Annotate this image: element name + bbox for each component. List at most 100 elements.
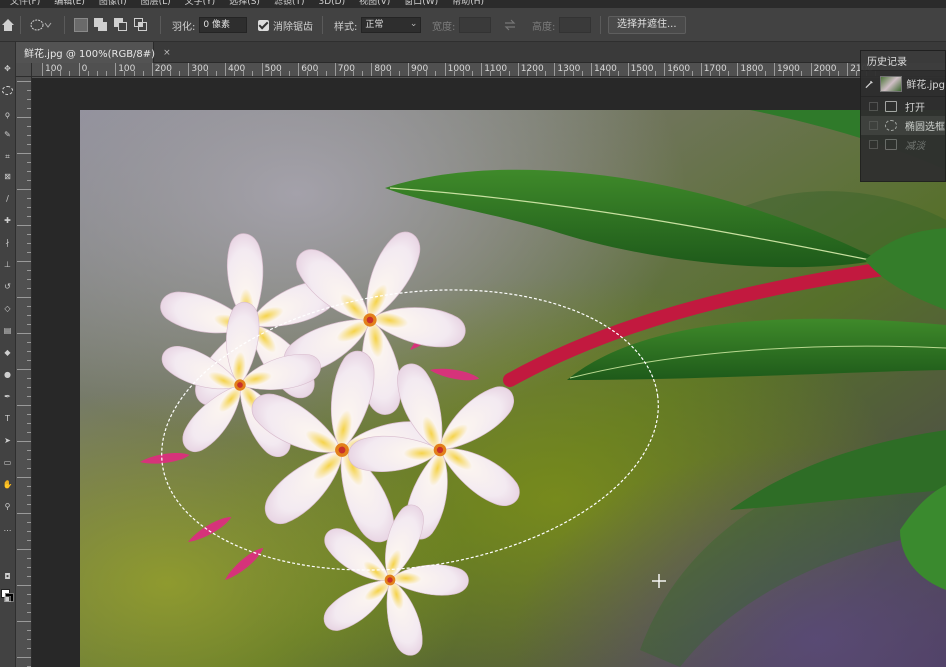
ruler-tick: [27, 351, 31, 352]
close-icon[interactable]: ×: [163, 48, 171, 58]
eraser-tool-icon[interactable]: ◇: [2, 304, 13, 314]
ruler-minor-tick: [645, 71, 647, 76]
history-panel-header[interactable]: 历史记录: [861, 51, 945, 71]
ruler-minor-tick: [316, 71, 318, 76]
gradient-tool-icon[interactable]: ▤: [2, 326, 13, 336]
screen-mode-icon[interactable]: ▣: [2, 594, 13, 604]
rectangle-tool-icon[interactable]: ▭: [2, 458, 13, 468]
ruler-origin[interactable]: [16, 63, 32, 77]
chevron-down-icon: ⌄: [409, 19, 418, 29]
ruler-tick: [27, 306, 31, 307]
flower-photo[interactable]: [80, 110, 946, 667]
path-selection-tool-icon[interactable]: ➤: [2, 436, 13, 446]
vertical-ruler[interactable]: [16, 77, 32, 667]
healing-brush-tool-icon[interactable]: ✚: [2, 216, 13, 226]
lasso-tool-icon[interactable]: ϙ: [2, 110, 13, 120]
frame-tool-icon[interactable]: ⊠: [2, 172, 13, 182]
ruler-minor-tick: [307, 71, 309, 76]
ruler-major-tick: [151, 63, 153, 76]
menu-file[interactable]: 文件(F): [10, 0, 40, 8]
ruler-tick: [27, 576, 31, 577]
more-tools-icon[interactable]: …: [2, 524, 13, 534]
pen-tool-icon[interactable]: ✒: [2, 392, 13, 402]
ruler-minor-tick: [60, 71, 62, 76]
ruler-tick: [27, 162, 31, 163]
canvas-workspace[interactable]: [32, 78, 946, 667]
add-to-selection-icon[interactable]: [94, 18, 108, 32]
select-and-mask-button[interactable]: 选择并遮住...: [608, 16, 686, 34]
style-label: 样式:: [334, 21, 358, 33]
menu-3d[interactable]: 3D(D): [318, 0, 345, 8]
ruler-minor-tick: [536, 71, 538, 76]
home-icon[interactable]: [0, 8, 15, 42]
ellipse-marquee-tool-preset[interactable]: [30, 8, 52, 42]
hand-tool-icon[interactable]: ✋: [2, 480, 13, 490]
antialias-checkbox[interactable]: [258, 19, 269, 31]
ruler-minor-tick: [618, 71, 620, 76]
menu-filter[interactable]: 滤镜(T): [274, 0, 305, 8]
subtract-from-selection-icon[interactable]: [114, 18, 128, 32]
horizontal-ruler[interactable]: 100 0 100 200 300 400 500 600 700 800 900 1000 1100 1…: [32, 63, 946, 77]
ruler-minor-tick: [856, 71, 858, 76]
ruler-minor-tick: [170, 71, 172, 76]
ruler-label: 1200: [520, 64, 544, 74]
brush-tool-icon[interactable]: ∤: [2, 238, 13, 248]
ruler-major-tick: [481, 63, 483, 76]
ruler-tick: [27, 486, 31, 487]
history-brush-checkbox[interactable]: [869, 140, 878, 149]
ruler-tick: [27, 396, 31, 397]
menu-layer[interactable]: 图层(L): [141, 0, 171, 8]
menu-view[interactable]: 视图(V): [359, 0, 390, 8]
move-tool-icon[interactable]: ✥: [2, 64, 13, 74]
ruler-tick: [17, 297, 31, 298]
menu-select[interactable]: 选择(S): [229, 0, 260, 8]
history-item-label: 打开: [905, 103, 925, 114]
clone-stamp-tool-icon[interactable]: ⊥: [2, 260, 13, 270]
history-item-label: 椭圆选框: [905, 122, 945, 133]
history-item-dodge[interactable]: 减淡: [861, 135, 945, 154]
quick-select-tool-icon[interactable]: ✎: [2, 130, 13, 140]
document-tab[interactable]: 鲜花.jpg @ 100%(RGB/8#) ×: [16, 42, 171, 63]
history-item-open[interactable]: 打开: [861, 97, 945, 116]
ruler-tick: [27, 594, 31, 595]
menu-window[interactable]: 窗口(W): [404, 0, 438, 8]
history-brush-checkbox[interactable]: [869, 102, 878, 111]
width-input[interactable]: [459, 17, 492, 33]
new-selection-button[interactable]: [74, 18, 88, 32]
ruler-tick: [27, 459, 31, 460]
history-brush-source-icon[interactable]: [865, 79, 874, 89]
dodge-tool-icon[interactable]: ●: [2, 370, 13, 380]
document-icon: [885, 101, 897, 112]
ruler-major-tick: [737, 63, 739, 76]
menu-type[interactable]: 文字(Y): [185, 0, 216, 8]
style-select[interactable]: 正常 ⌄: [361, 17, 422, 33]
ruler-tick: [27, 522, 31, 523]
ruler-minor-tick: [279, 71, 281, 76]
blur-tool-icon[interactable]: ◆: [2, 348, 13, 358]
type-tool-icon[interactable]: T: [2, 414, 13, 424]
ruler-label: 1000: [447, 64, 471, 74]
ruler-minor-tick: [600, 71, 602, 76]
quick-mask-icon[interactable]: ◘: [2, 572, 13, 582]
crop-tool-icon[interactable]: ⌗: [2, 152, 13, 162]
snapshot-label: 鲜花.jpg: [906, 80, 945, 91]
height-input[interactable]: [559, 17, 592, 33]
menu-edit[interactable]: 编辑(E): [54, 0, 85, 8]
ruler-minor-tick: [234, 71, 236, 76]
eyedropper-tool-icon[interactable]: ∕: [2, 194, 13, 204]
flower-image: [80, 110, 946, 667]
intersect-selection-icon[interactable]: [134, 18, 148, 32]
menu-image[interactable]: 图像(I): [99, 0, 127, 8]
zoom-tool-icon[interactable]: ⚲: [2, 502, 13, 512]
history-brush-tool-icon[interactable]: ↺: [2, 282, 13, 292]
history-snapshot[interactable]: 鲜花.jpg: [861, 71, 945, 97]
history-brush-checkbox[interactable]: [869, 121, 878, 130]
ellipse-marquee-icon: [885, 120, 897, 131]
tools-panel: ✥ ϙ ✎ ⌗ ⊠ ∕ ✚ ∤ ⊥ ↺ ◇ ▤ ◆ ● ✒ T ➤ ▭ ✋ ⚲ …: [0, 42, 16, 667]
menu-help[interactable]: 帮助(H): [452, 0, 484, 8]
history-item-ellipse-marquee[interactable]: 椭圆选框: [861, 116, 945, 135]
ruler-minor-tick: [417, 71, 419, 76]
swap-icon[interactable]: [503, 8, 517, 42]
ellipse-marquee-tool-icon[interactable]: [2, 86, 13, 95]
feather-input[interactable]: 0 像素: [199, 17, 248, 33]
